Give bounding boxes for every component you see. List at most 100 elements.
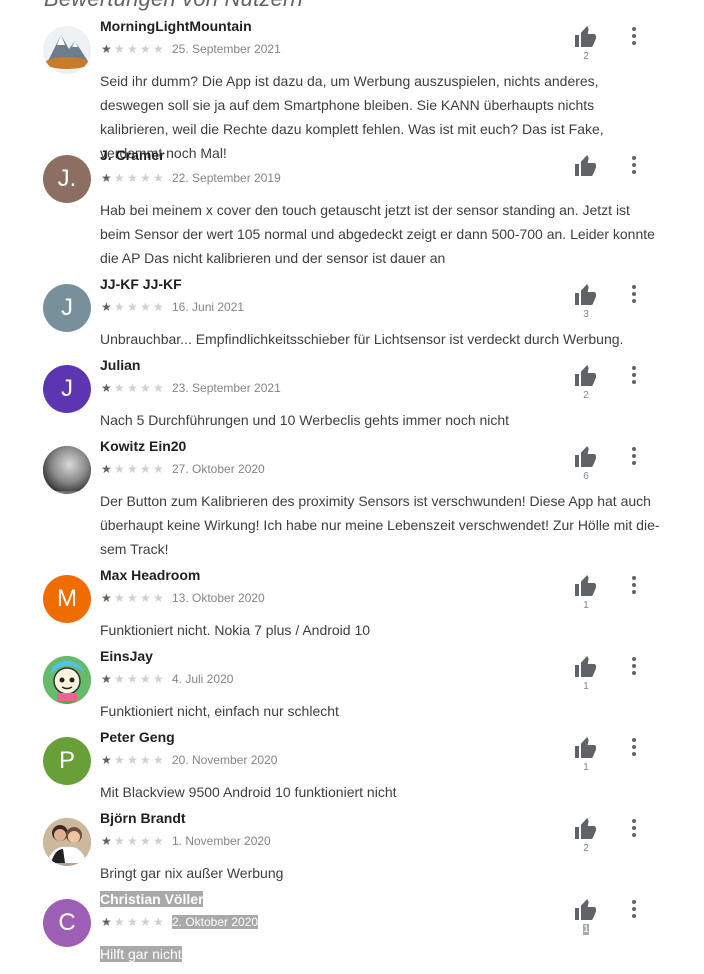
star-icon: ★ <box>153 672 164 686</box>
review-date: 13. Oktober 2020 <box>172 591 265 605</box>
reviewer-name: Björn Brandt <box>100 810 186 826</box>
review-text: Seid ihr dumm? Die App ist dazu da, um W… <box>100 69 660 165</box>
star-icon: ★ <box>153 591 164 605</box>
more-vert-icon[interactable] <box>626 737 642 757</box>
thumbs-up-icon[interactable] <box>574 575 598 597</box>
star-icon: ★ <box>101 591 112 605</box>
helpful-count-value: 1 <box>583 681 589 692</box>
review-date: 27. Oktober 2020 <box>172 462 265 476</box>
more-vert-icon[interactable] <box>626 899 642 919</box>
review-date: 25. September 2021 <box>172 42 281 56</box>
star-icon: ★ <box>140 591 151 605</box>
thumbs-up-icon[interactable] <box>574 656 598 678</box>
helpful-count: 1 <box>577 762 595 773</box>
review-date: 20. November 2020 <box>172 753 278 767</box>
star-icon: ★ <box>127 915 138 929</box>
thumbs-up-icon[interactable] <box>574 818 598 840</box>
review-date: 22. September 2019 <box>172 171 281 185</box>
helpful-count-value: 1 <box>583 600 589 611</box>
more-vert-icon[interactable] <box>626 656 642 676</box>
more-vert-icon[interactable] <box>626 365 642 385</box>
avatar: J. <box>43 155 91 203</box>
star-icon: ★ <box>140 171 151 185</box>
star-icon: ★ <box>127 834 138 848</box>
star-rating: ★ ★ ★ ★ ★ <box>101 43 166 55</box>
star-icon: ★ <box>140 462 151 476</box>
star-icon: ★ <box>127 42 138 56</box>
helpful-count: 2 <box>577 51 595 62</box>
avatar-letter: P <box>58 747 75 774</box>
star-icon: ★ <box>114 753 125 767</box>
more-vert-icon[interactable] <box>626 284 642 304</box>
star-icon: ★ <box>153 171 164 185</box>
review-text-content: Funktioniert nicht. Nokia 7 plus / Andro… <box>100 622 371 638</box>
star-icon: ★ <box>153 834 164 848</box>
more-vert-icon[interactable] <box>626 26 642 46</box>
review-text-content: Funktioniert nicht, einfach nur schlecht <box>100 703 339 719</box>
helpful-count-value: 2 <box>583 390 589 401</box>
star-rating: ★ ★ ★ ★ ★ <box>101 592 166 604</box>
thumbs-up-icon[interactable] <box>574 284 598 306</box>
review-text-content: Seid ihr dumm? Die App ist dazu da, um W… <box>100 73 604 161</box>
avatar-letter: C <box>58 909 76 936</box>
helpful-count-value: 6 <box>583 471 589 482</box>
reviewer-name: Kowitz Ein20 <box>100 438 187 454</box>
helpful-count: 1 <box>577 681 595 692</box>
star-icon: ★ <box>153 462 164 476</box>
avatar <box>43 818 91 866</box>
avatar <box>43 446 91 494</box>
review-date: 1. November 2020 <box>172 834 271 848</box>
star-icon: ★ <box>101 171 112 185</box>
review-text: Hilft gar nicht <box>100 942 660 966</box>
star-rating: ★ ★ ★ ★ ★ <box>101 301 166 313</box>
more-vert-icon[interactable] <box>626 575 642 595</box>
thumbs-up-icon[interactable] <box>574 26 598 48</box>
star-icon: ★ <box>114 591 125 605</box>
review-text-content: Der Button zum Kalibrieren des proximity… <box>100 493 660 557</box>
more-vert-icon[interactable] <box>626 155 642 175</box>
star-rating: ★ ★ ★ ★ ★ <box>101 916 166 928</box>
star-icon: ★ <box>101 42 112 56</box>
review-text: Unbrauchbar... Empfindlichkeitsschieber … <box>100 327 660 351</box>
reviewer-name: Peter Geng <box>100 729 175 745</box>
star-rating: ★ ★ ★ ★ ★ <box>101 172 166 184</box>
thumbs-up-icon[interactable] <box>574 365 598 387</box>
review-text-content: Mit Blackview 9500 Android 10 funktionie… <box>100 784 397 800</box>
thumbs-up-icon[interactable] <box>574 899 598 921</box>
avatar-letter: J <box>61 375 73 402</box>
blurred-photo-avatar-icon <box>43 446 91 494</box>
review-date: 23. September 2021 <box>172 381 281 395</box>
star-icon: ★ <box>127 462 138 476</box>
star-icon: ★ <box>153 300 164 314</box>
review-text: Hab bei meinem x cover den touch getausc… <box>100 198 660 270</box>
star-icon: ★ <box>127 591 138 605</box>
star-icon: ★ <box>114 462 125 476</box>
section-title: Bewertungen von Nutzern <box>44 0 303 12</box>
star-icon: ★ <box>153 753 164 767</box>
thumbs-up-icon[interactable] <box>574 737 598 759</box>
star-icon: ★ <box>127 753 138 767</box>
star-icon: ★ <box>140 42 151 56</box>
thumbs-up-icon[interactable] <box>574 446 598 468</box>
star-icon: ★ <box>114 834 125 848</box>
review-text: Der Button zum Kalibrieren des proximity… <box>100 489 660 561</box>
star-icon: ★ <box>140 915 151 929</box>
star-icon: ★ <box>114 42 125 56</box>
review-text-content: Nach 5 Durchführungen und 10 Werbeclis g… <box>100 412 510 428</box>
star-icon: ★ <box>114 672 125 686</box>
reviewer-name: Max Headroom <box>100 567 201 583</box>
avatar <box>43 656 91 704</box>
thumbs-up-icon[interactable] <box>574 155 598 177</box>
mountain-avatar-icon <box>43 26 91 74</box>
review-date: 2. Oktober 2020 <box>172 915 259 929</box>
reviewer-name: MorningLightMountain <box>100 18 252 34</box>
reviewer-name: Julian <box>100 357 141 373</box>
review-date: 4. Juli 2020 <box>172 672 234 686</box>
star-icon: ★ <box>127 381 138 395</box>
star-icon: ★ <box>140 381 151 395</box>
more-vert-icon[interactable] <box>626 446 642 466</box>
star-rating: ★ ★ ★ ★ ★ <box>101 463 166 475</box>
avatar-letter: J <box>61 294 73 321</box>
more-vert-icon[interactable] <box>626 818 642 838</box>
helpful-count: 3 <box>577 309 595 320</box>
